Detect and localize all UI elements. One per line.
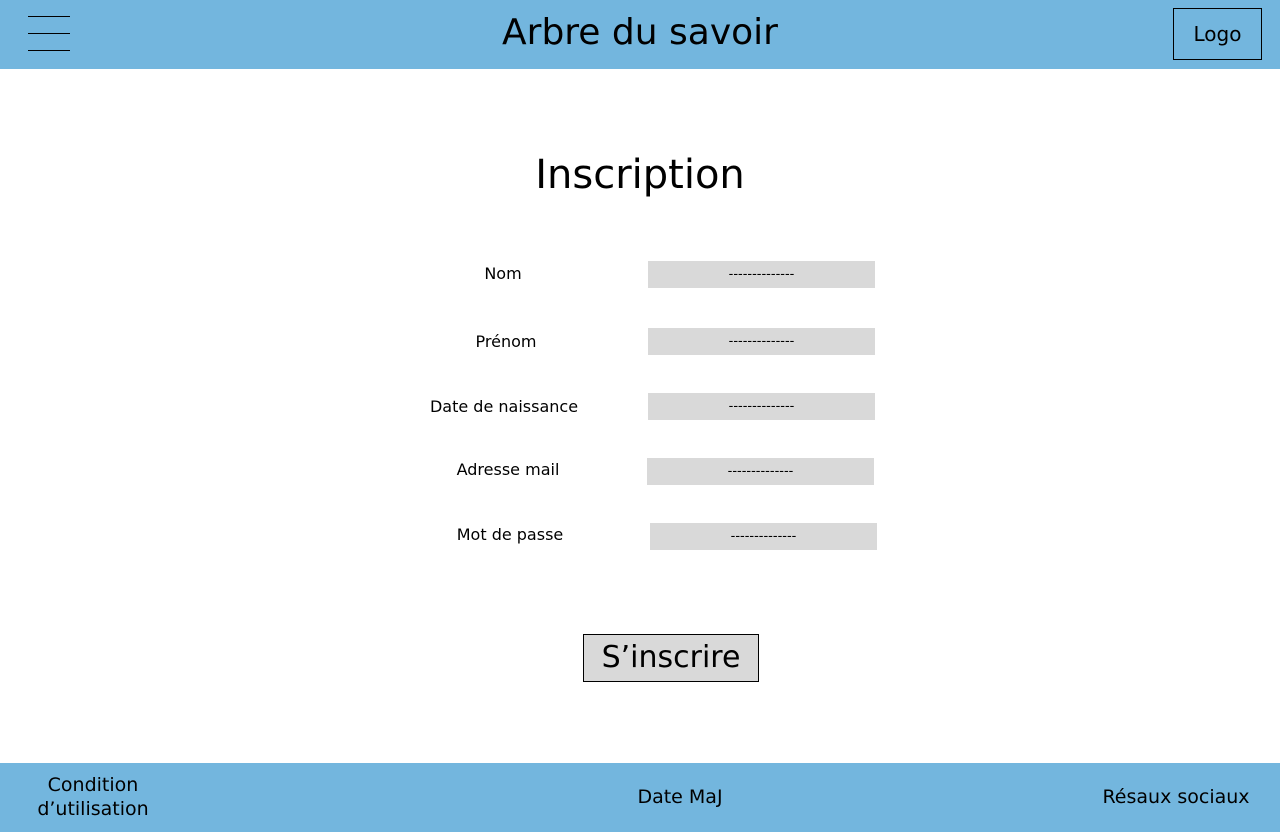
label-prenom: Prénom [475, 332, 537, 351]
footer-bar: Condition d’utilisation Date MaJ Résaux … [0, 763, 1280, 832]
page-title: Inscription [535, 152, 745, 198]
logo[interactable]: Logo [1173, 8, 1262, 60]
nom-input[interactable] [648, 261, 875, 288]
signup-button[interactable]: S’inscrire [583, 634, 759, 682]
site-title: Arbre du savoir [502, 12, 778, 53]
date-naissance-input[interactable] [648, 393, 875, 420]
footer-terms-link[interactable]: Condition d’utilisation [18, 773, 168, 821]
header-bar: Arbre du savoir Logo [0, 0, 1280, 69]
label-date-naissance: Date de naissance [429, 397, 579, 416]
footer-update-date: Date MaJ [637, 786, 723, 808]
page: Arbre du savoir Logo Inscription Nom Pré… [0, 0, 1280, 832]
label-adresse-mail: Adresse mail [456, 460, 560, 479]
label-mot-de-passe: Mot de passe [456, 525, 564, 544]
label-nom: Nom [484, 264, 522, 283]
prenom-input[interactable] [648, 328, 875, 355]
footer-social-link[interactable]: Résaux sociaux [1080, 785, 1272, 809]
password-input[interactable] [650, 523, 877, 550]
email-input[interactable] [647, 458, 874, 485]
